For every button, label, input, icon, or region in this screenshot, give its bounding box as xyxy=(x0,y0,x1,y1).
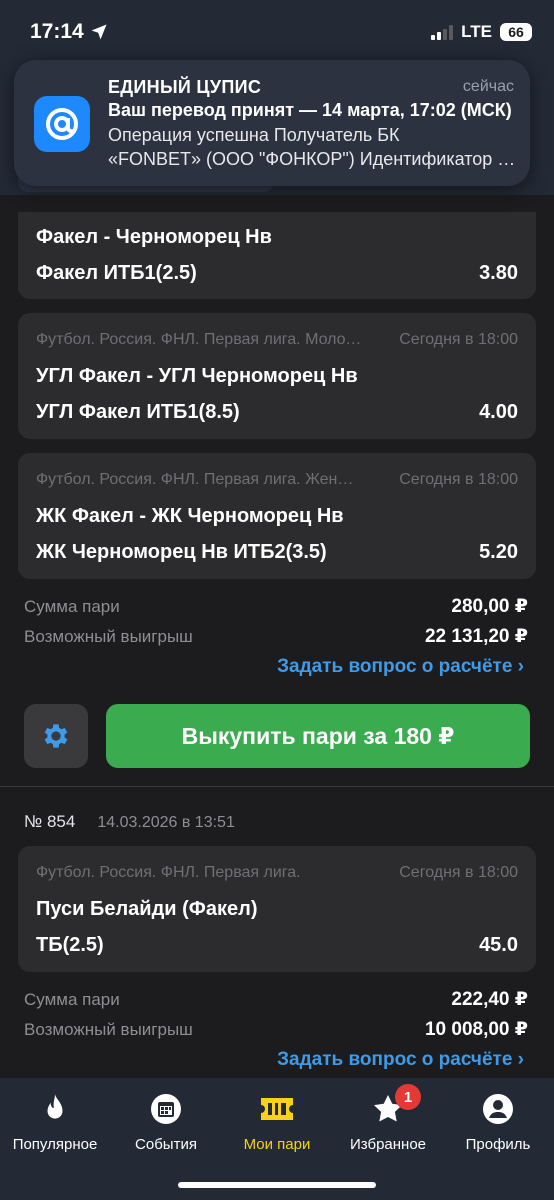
stake-value: 280,00 ₽ xyxy=(451,596,528,617)
tab-label: Профиль xyxy=(465,1136,531,1153)
notification-badge: 1 xyxy=(395,1084,421,1110)
odds: 45.0 xyxy=(479,934,518,956)
event-meta: Футбол. Россия. ФНЛ. Первая лига. Сегодн… xyxy=(36,864,518,882)
push-notification[interactable]: ЕДИНЫЙ ЦУПИС сейчас Ваш перевод принят —… xyxy=(14,60,530,186)
bet-header: № 854 14.03.2026 в 13:51 xyxy=(24,812,235,832)
stake-value: 222,40 ₽ xyxy=(451,989,528,1010)
bet-market-row: ЖК Черноморец Нв ИТБ2(3.5) 5.20 xyxy=(36,541,518,564)
tab-events[interactable]: События xyxy=(111,1092,221,1153)
ask-settlement-link[interactable]: Задать вопрос о расчёте › xyxy=(277,656,524,678)
match-name: УГЛ Факел - УГЛ Черноморец Нв xyxy=(36,365,358,387)
gear-icon xyxy=(44,724,68,748)
market-name: УГЛ Факел ИТБ1(8.5) xyxy=(36,401,240,423)
league-name: Футбол. Россия. ФНЛ. Первая лига. Женщин… xyxy=(36,471,366,488)
status-bar: 17:14 LTE 66 xyxy=(0,0,554,66)
tab-label: Мои пари xyxy=(243,1136,311,1153)
battery-icon: 66 xyxy=(500,23,532,41)
tab-label: Популярное xyxy=(12,1136,98,1153)
match-name: Факел - Черноморец Нв xyxy=(36,226,272,248)
home-indicator xyxy=(178,1182,376,1188)
potential-win-row: Возможный выигрыш 10 008,00 ₽ xyxy=(24,1018,528,1041)
match-name: Пуси Белайди (Факел) xyxy=(36,898,258,920)
signal-strength-icon xyxy=(431,24,454,40)
tab-profile[interactable]: Профиль xyxy=(443,1092,553,1153)
market-name: ТБ(2.5) xyxy=(36,934,104,956)
notification-title: ЕДИНЫЙ ЦУПИС xyxy=(108,77,262,97)
odds: 5.20 xyxy=(479,541,518,563)
stake-row: Сумма пари 222,40 ₽ xyxy=(24,988,528,1011)
status-indicators: LTE 66 xyxy=(431,22,532,42)
bet-selection-card[interactable]: Факел - Черноморец Нв Факел ИТБ1(2.5) 3.… xyxy=(18,212,536,299)
market-name: ЖК Черноморец Нв ИТБ2(3.5) xyxy=(36,541,327,563)
stake-row: Сумма пари 280,00 ₽ xyxy=(24,595,528,618)
flame-icon xyxy=(47,1094,63,1119)
mail-app-icon xyxy=(34,96,90,152)
league-name: Футбол. Россия. ФНЛ. Первая лига. Молодё… xyxy=(36,331,366,348)
stake-label: Сумма пари xyxy=(24,989,120,1009)
bet-market-row: ТБ(2.5) 45.0 xyxy=(36,934,518,957)
location-arrow-icon xyxy=(91,24,107,40)
event-time: Сегодня в 18:00 xyxy=(399,331,518,348)
odds: 3.80 xyxy=(479,262,518,284)
notification-body-line: Операция успешна Получатель БК xyxy=(108,125,400,145)
bet-date: 14.03.2026 в 13:51 xyxy=(97,814,235,831)
league-name: Футбол. Россия. ФНЛ. Первая лига. xyxy=(36,864,301,881)
profile-icon xyxy=(483,1094,513,1124)
potential-win-label: Возможный выигрыш xyxy=(24,626,193,646)
bet-market-row: Факел ИТБ1(2.5) 3.80 xyxy=(36,262,518,285)
market-name: Факел ИТБ1(2.5) xyxy=(36,262,197,284)
divider xyxy=(0,786,554,787)
bet-settings-button[interactable] xyxy=(24,704,88,768)
ask-settlement-link[interactable]: Задать вопрос о расчёте › xyxy=(277,1049,524,1071)
bet-market-row: УГЛ Факел ИТБ1(8.5) 4.00 xyxy=(36,401,518,424)
tab-popular[interactable]: Популярное xyxy=(0,1092,110,1153)
event-meta: Футбол. Россия. ФНЛ. Первая лига. Женщин… xyxy=(36,471,518,489)
event-meta: Футбол. Россия. ФНЛ. Первая лига. Молодё… xyxy=(36,331,518,349)
notification-time: сейчас xyxy=(462,78,514,95)
bet-number: № 854 xyxy=(24,812,76,831)
status-time: 17:14 xyxy=(30,20,108,44)
notification-subject: Ваш перевод принят — 14 марта, 17:02 (МС… xyxy=(108,100,512,120)
bet-selection-card[interactable]: Футбол. Россия. ФНЛ. Первая лига. Сегодн… xyxy=(18,846,536,972)
event-time: Сегодня в 18:00 xyxy=(399,864,518,881)
potential-win-label: Возможный выигрыш xyxy=(24,1019,193,1039)
potential-win-value: 10 008,00 ₽ xyxy=(424,1019,528,1040)
network-type: LTE xyxy=(461,22,492,41)
clock: 17:14 xyxy=(30,20,84,43)
potential-win-value: 22 131,20 ₽ xyxy=(424,626,528,647)
bet-selection-card[interactable]: Футбол. Россия. ФНЛ. Первая лига. Женщин… xyxy=(18,453,536,579)
calendar-icon xyxy=(151,1094,181,1124)
notification-body-line: «FONBET» (ООО "ФОНКОР") Идентификатор оп… xyxy=(108,149,518,169)
stake-label: Сумма пари xyxy=(24,596,120,616)
tab-label: Избранное xyxy=(349,1136,427,1153)
event-time: Сегодня в 18:00 xyxy=(399,471,518,488)
potential-win-row: Возможный выигрыш 22 131,20 ₽ xyxy=(24,625,528,648)
buyout-button[interactable]: Выкупить пари за 180 ₽ xyxy=(106,704,530,768)
tab-my-bets[interactable]: Мои пари xyxy=(222,1092,332,1153)
odds: 4.00 xyxy=(479,401,518,423)
ticket-icon xyxy=(261,1098,293,1120)
bet-selection-card[interactable]: Футбол. Россия. ФНЛ. Первая лига. Молодё… xyxy=(18,313,536,439)
match-name: ЖК Факел - ЖК Черноморец Нв xyxy=(36,505,344,527)
tab-favorites[interactable]: 1 Избранное xyxy=(333,1084,443,1153)
tab-label: События xyxy=(135,1136,197,1153)
